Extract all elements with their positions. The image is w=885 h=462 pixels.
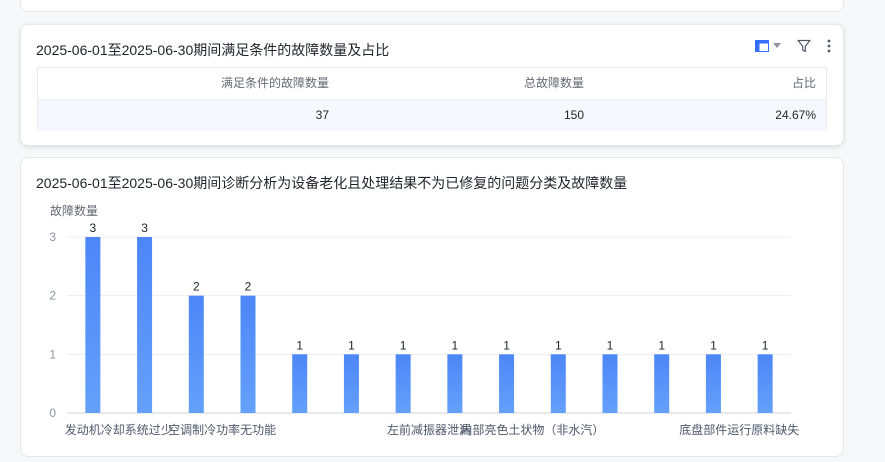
- y-tick-label: 3: [49, 230, 56, 244]
- chart-type-icon: [755, 40, 769, 52]
- bar-value-label: 2: [193, 280, 200, 294]
- bar-chart: 故障数量 0 1 2 3 3 3 2 2 1 1 1 1 1 1 1 1 1 1 发动机冷却系统过少空调制冷功率无功能…: [49, 203, 799, 437]
- more-button[interactable]: [827, 39, 831, 53]
- bar-value-label: 1: [658, 338, 665, 352]
- bar-value-label: 1: [555, 338, 562, 352]
- bar: [705, 354, 721, 413]
- bar: [499, 354, 515, 413]
- bar-value-label: 1: [348, 338, 355, 352]
- table-header-cell: 满足条件的故障数量: [220, 76, 329, 90]
- filter-button[interactable]: [797, 39, 811, 53]
- table-header-cell: 占比: [791, 76, 816, 90]
- bar: [654, 354, 670, 413]
- bar: [292, 354, 308, 413]
- table-header-row: 满足条件的故障数量 总故障数量 占比: [38, 68, 826, 100]
- bar-value-label: 1: [503, 338, 510, 352]
- more-icon: [827, 39, 831, 53]
- bar-value-label: 3: [90, 221, 97, 235]
- bar-value-label: 2: [245, 280, 252, 294]
- bar-chart-card: 2025-06-01至2025-06-30期间诊断分析为设备老化且处理结果不为已…: [20, 157, 844, 457]
- bar: [188, 295, 204, 413]
- previous-card: [20, 0, 844, 12]
- bar: [602, 354, 618, 413]
- table-header-cell: 总故障数量: [523, 76, 584, 90]
- y-tick-label: 0: [49, 406, 56, 420]
- table-cell: 24.67%: [775, 108, 816, 122]
- bar-value-label: 1: [607, 338, 614, 352]
- filter-icon: [797, 39, 811, 53]
- bar: [137, 237, 153, 413]
- bar-value-label: 1: [710, 338, 717, 352]
- card-toolbar: [739, 39, 831, 53]
- chart-type-switch[interactable]: [755, 40, 781, 52]
- table-cell: 37: [315, 108, 329, 122]
- y-tick-label: 1: [49, 347, 56, 361]
- bar: [550, 354, 566, 413]
- ratio-table: 满足条件的故障数量 总故障数量 占比 37 150 24.67%: [37, 67, 827, 131]
- bar: [757, 354, 773, 413]
- bar: [395, 354, 411, 413]
- ratio-table-card: 2025-06-01至2025-06-30期间满足条件的故障数量及占比 满足条件…: [20, 24, 844, 146]
- y-axis-label: 故障数量: [50, 203, 98, 218]
- bar-value-label: 1: [296, 338, 303, 352]
- y-tick-label: 2: [49, 289, 56, 303]
- bar: [447, 354, 463, 413]
- bar: [85, 237, 101, 413]
- ratio-card-title: 2025-06-01至2025-06-30期间满足条件的故障数量及占比: [36, 42, 390, 58]
- x-tick-label: 内部亮色土状物（非水汽）: [460, 422, 604, 437]
- x-tick-label: 底盘部件运行原料缺失: [679, 422, 799, 437]
- x-tick-label: 空调制冷功率无功能: [168, 422, 276, 437]
- bar-value-label: 3: [141, 221, 148, 235]
- bar-value-label: 1: [452, 338, 459, 352]
- bar-value-label: 1: [400, 338, 407, 352]
- table-cell: 150: [563, 108, 584, 122]
- caret-down-icon: [773, 43, 781, 49]
- bar: [343, 354, 359, 413]
- x-tick-label: 发动机冷却系统过少: [65, 422, 173, 437]
- table-row: 37 150 24.67%: [38, 100, 826, 131]
- x-tick-label: 左前减振器泄漏: [387, 422, 471, 437]
- bar: [240, 295, 256, 413]
- bar-value-label: 1: [762, 338, 769, 352]
